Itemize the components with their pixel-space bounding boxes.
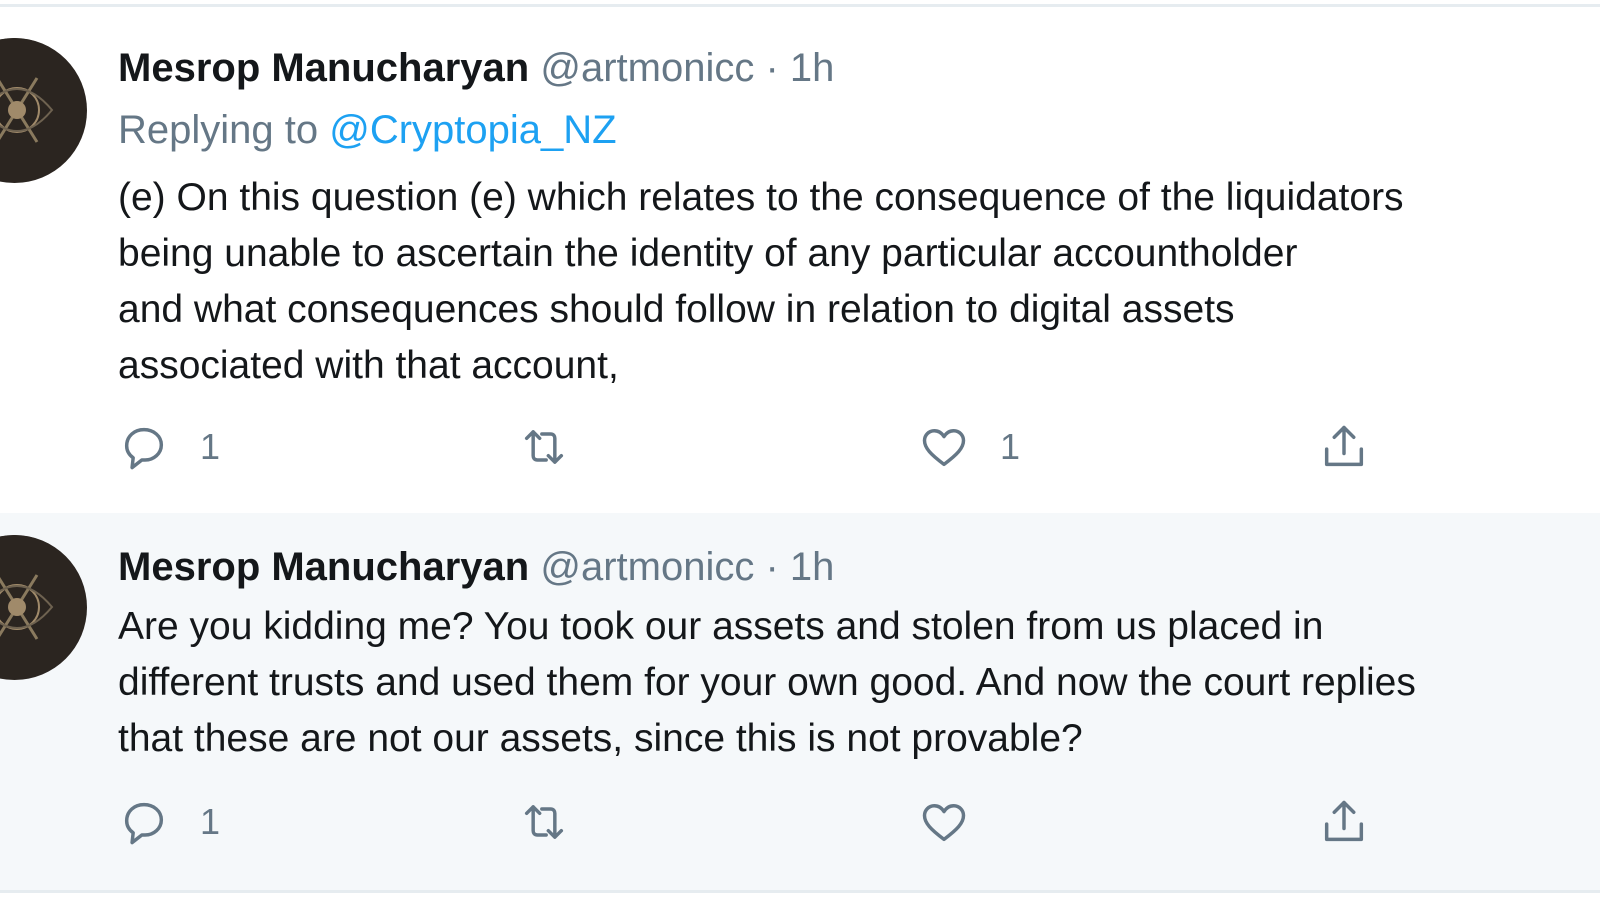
share-button[interactable]: [1318, 422, 1370, 472]
header-separator: ·: [765, 545, 779, 589]
like-button[interactable]: 1: [918, 422, 1020, 472]
share-icon: [1324, 425, 1364, 467]
replying-to-line: Replying to @Cryptopia_NZ: [118, 106, 617, 154]
reply-icon: [124, 427, 164, 470]
avatar[interactable]: [0, 535, 87, 680]
retweet-icon: [524, 805, 564, 839]
timestamp[interactable]: 1h: [790, 46, 835, 90]
reply-button[interactable]: 1: [118, 797, 220, 847]
reply-button[interactable]: 1: [118, 422, 220, 472]
author-name[interactable]: Mesrop Manucharyan: [118, 545, 529, 589]
avatar-emblem-image: [0, 38, 86, 182]
reply-count: 1: [200, 801, 221, 842]
avatar[interactable]: [0, 38, 87, 183]
tweet[interactable]: Mesrop Manucharyan @artmonicc · 1h Reply…: [0, 8, 1600, 513]
tweet-header: Mesrop Manucharyan @artmonicc · 1h: [118, 44, 834, 92]
author-handle[interactable]: @artmonicc: [540, 545, 754, 589]
retweet-button[interactable]: [518, 422, 600, 472]
header-separator: ·: [765, 46, 779, 90]
top-divider: [0, 4, 1600, 7]
replying-to-label: Replying to: [118, 108, 330, 152]
heart-icon: [922, 429, 966, 467]
tweet-text: (e) On this question (e) which relates t…: [118, 176, 1404, 387]
like-button[interactable]: [918, 797, 1000, 847]
timestamp[interactable]: 1h: [790, 545, 835, 589]
avatar-emblem-image: [0, 535, 86, 679]
reply-count: 1: [200, 426, 221, 467]
retweet-button[interactable]: [518, 797, 600, 847]
author-name[interactable]: Mesrop Manucharyan: [118, 46, 529, 90]
replying-to-handle[interactable]: @Cryptopia_NZ: [329, 108, 616, 152]
author-handle[interactable]: @artmonicc: [540, 46, 754, 90]
tweet-actions: 1 1: [118, 422, 1418, 472]
like-count: 1: [1000, 426, 1021, 467]
tweet-highlighted[interactable]: Mesrop Manucharyan @artmonicc · 1h Are y…: [0, 513, 1600, 890]
reply-icon: [124, 802, 164, 845]
share-button[interactable]: [1318, 797, 1370, 847]
retweet-icon: [524, 430, 564, 464]
tweet-header: Mesrop Manucharyan @artmonicc · 1h: [118, 543, 834, 591]
bottom-divider: [0, 890, 1600, 893]
tweet-actions: 1: [118, 797, 1418, 847]
heart-icon: [922, 804, 966, 842]
tweet-text: Are you kidding me? You took our assets …: [118, 605, 1416, 760]
share-icon: [1324, 800, 1364, 842]
